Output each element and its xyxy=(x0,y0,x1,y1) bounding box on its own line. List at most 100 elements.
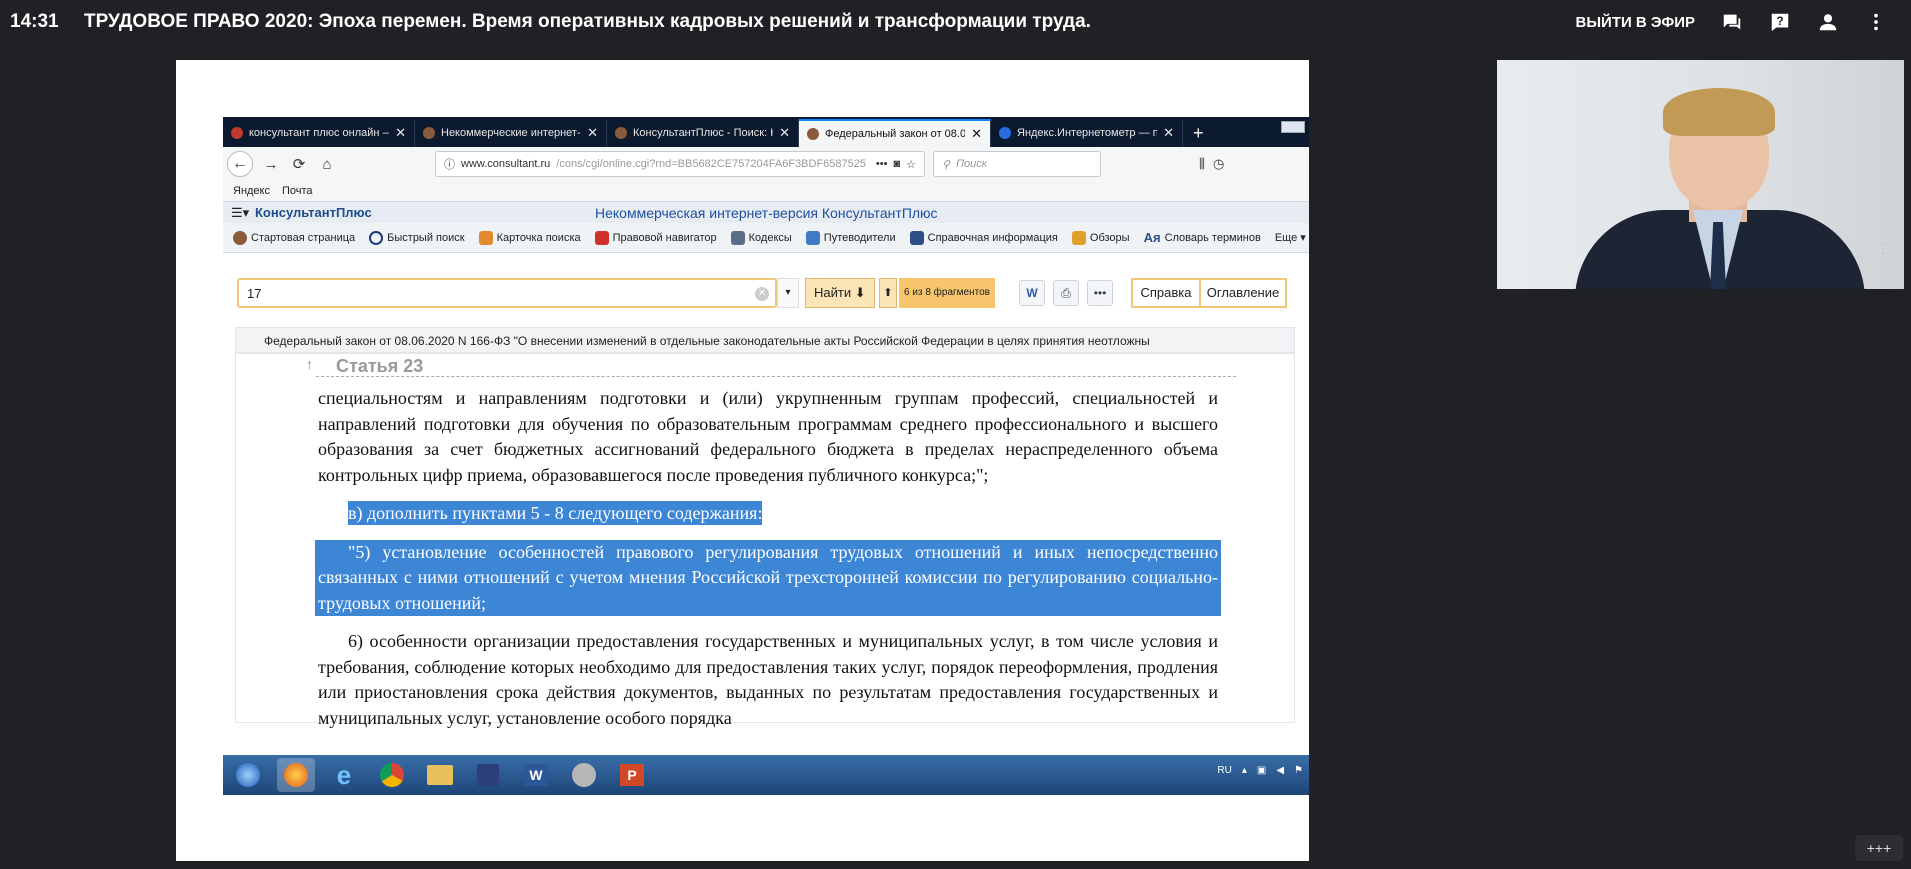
speaker-video[interactable]: ⋮ xyxy=(1497,60,1904,289)
chat-icon[interactable] xyxy=(1721,11,1743,33)
close-icon[interactable]: ✕ xyxy=(587,125,598,141)
page-actions-icon[interactable]: ••• xyxy=(876,158,888,170)
guides-icon xyxy=(805,230,820,245)
navigator-icon xyxy=(594,230,609,245)
save-icon[interactable] xyxy=(469,758,507,792)
powerpoint-icon[interactable]: P xyxy=(613,758,651,792)
clock: 14:31 xyxy=(10,11,59,32)
toc-button[interactable]: Оглавление xyxy=(1199,278,1287,308)
browser-tab[interactable]: консультант плюс онлайн — ✕ xyxy=(223,119,415,147)
more-icon[interactable]: ••• xyxy=(1087,280,1113,306)
scroll-up-icon[interactable]: ↑ xyxy=(306,356,313,372)
bookmark-yandex[interactable]: Яндекс xyxy=(233,185,270,197)
document-search-row: 17 ✕ ▾ Найти ⬇ ⬆ 6 из 8 фрагментов W ⎙ •… xyxy=(237,278,1287,308)
info-icon: ⓘ xyxy=(444,159,455,171)
fragments-counter: 6 из 8 фрагментов xyxy=(899,278,995,308)
paragraph-highlighted: "5) установление особенностей правового … xyxy=(315,539,1221,616)
menu-reference[interactable]: Справочная информация xyxy=(909,230,1058,245)
forward-arrow-icon[interactable]: → xyxy=(261,156,281,173)
go-live-button[interactable]: ВЫЙТИ В ЭФИР xyxy=(1576,14,1695,31)
yandex-favicon-icon xyxy=(231,127,243,139)
bookmark-mail[interactable]: Почта xyxy=(282,185,313,197)
browser-tab[interactable]: КонсультантПлюс - Поиск: Н ✕ xyxy=(607,119,799,147)
menu-icon[interactable]: ☰▾ xyxy=(231,205,249,221)
search-card-icon xyxy=(478,230,493,245)
new-tab-button[interactable]: + xyxy=(1183,119,1214,147)
browser-search-input[interactable]: ⚲ Поиск xyxy=(933,151,1101,177)
print-icon[interactable]: ⎙ xyxy=(1053,280,1079,306)
address-bar[interactable]: ⓘ www.consultant.ru/cons/cgi/online.cgi?… xyxy=(435,151,925,177)
consultant-menu: Стартовая страница Быстрый поиск Карточк… xyxy=(223,223,1309,253)
browser-tab-active[interactable]: Федеральный закон от 08.06.2✕ xyxy=(799,119,991,147)
consultant-center-title: Некоммерческая интернет-версия Консульта… xyxy=(595,204,938,221)
svg-text:?: ? xyxy=(1776,14,1783,28)
menu-legal-navigator[interactable]: Правовой навигатор xyxy=(594,230,717,245)
menu-guides[interactable]: Путеводители xyxy=(805,230,896,245)
document-search-input[interactable]: 17 ✕ xyxy=(237,278,777,308)
library-icon[interactable]: ⫼ xyxy=(1199,156,1205,172)
menu-codes[interactable]: Кодексы xyxy=(730,230,792,245)
window-minimize-button[interactable] xyxy=(1281,121,1305,133)
menu-more[interactable]: Еще ▾ xyxy=(1275,231,1306,244)
consultant-header: ☰▾ КонсультантПлюс Некоммерческая интерн… xyxy=(223,201,1309,223)
word-icon[interactable]: W xyxy=(517,758,555,792)
paragraph: 6) особенности организации предоставлени… xyxy=(318,631,1218,728)
paragraph-highlighted: в) дополнить пунктами 5 - 8 следующего с… xyxy=(348,501,763,525)
more-vert-icon[interactable] xyxy=(1865,11,1887,33)
document-title: Федеральный закон от 08.06.2020 N 166-ФЗ… xyxy=(235,327,1295,353)
divider xyxy=(316,376,1236,377)
menu-start-page[interactable]: Стартовая страница xyxy=(233,230,355,245)
user-app-icon[interactable] xyxy=(565,758,603,792)
help-button[interactable]: Справка xyxy=(1131,278,1201,308)
back-arrow-icon[interactable]: ← xyxy=(227,151,253,177)
search-icon: ⚲ xyxy=(942,158,951,171)
codes-icon xyxy=(730,230,745,245)
start-button[interactable] xyxy=(229,758,267,792)
firefox-icon[interactable] xyxy=(277,758,315,792)
menu-quick-search[interactable]: Быстрый поиск xyxy=(369,230,465,245)
browser-tab[interactable]: Яндекс.Интернетометр — про ✕ xyxy=(991,119,1183,147)
chrome-icon[interactable] xyxy=(373,758,411,792)
word-export-icon[interactable]: W xyxy=(1019,280,1045,306)
consultant-favicon-icon xyxy=(615,127,627,139)
search-history-dropdown[interactable]: ▾ xyxy=(777,278,799,308)
consultant-favicon-icon xyxy=(807,128,819,140)
shared-screen: консультант плюс онлайн — ✕ Некоммерчески… xyxy=(176,60,1309,861)
meeting-topbar: 14:31 ТРУДОВОЕ ПРАВО 2020: Эпоха перемен… xyxy=(0,0,1911,44)
find-prev-button[interactable]: ⬆ xyxy=(879,278,897,308)
menu-glossary[interactable]: Aя Словарь терминов xyxy=(1144,230,1261,245)
reviews-icon xyxy=(1071,230,1086,245)
language-indicator[interactable]: RU xyxy=(1217,765,1231,776)
menu-search-card[interactable]: Карточка поиска xyxy=(478,230,581,245)
volume-icon[interactable]: ◀ xyxy=(1276,765,1284,776)
close-icon[interactable]: ✕ xyxy=(1163,125,1174,141)
bookmark-star-icon[interactable]: ☆ xyxy=(906,158,916,171)
pocket-icon[interactable]: ◙ xyxy=(893,158,900,170)
bookmarks-bar: Яндекс Почта xyxy=(223,181,1309,201)
clear-icon[interactable]: ✕ xyxy=(755,287,769,301)
menu-reviews[interactable]: Обзоры xyxy=(1071,230,1130,245)
consultant-logo[interactable]: КонсультантПлюс xyxy=(255,205,595,220)
close-icon[interactable]: ✕ xyxy=(395,125,406,141)
document-view: ↑ Статья 23 специальностям и направления… xyxy=(235,353,1295,728)
windows-taskbar: e W P RU ▴ ▣ ◀ ⚑ xyxy=(223,755,1309,795)
document-body: специальностям и направлениям подготовки… xyxy=(315,386,1221,744)
more-options-button[interactable]: +++ xyxy=(1855,835,1903,861)
arrow-down-icon: ⬇ xyxy=(854,285,866,300)
network-icon[interactable]: ▣ xyxy=(1257,765,1266,776)
find-button[interactable]: Найти ⬇ xyxy=(805,278,875,308)
tray-arrow-icon[interactable]: ▴ xyxy=(1242,765,1247,776)
explorer-icon[interactable] xyxy=(421,758,459,792)
close-icon[interactable]: ✕ xyxy=(971,126,982,142)
person-icon[interactable] xyxy=(1817,11,1839,33)
flag-icon[interactable]: ⚑ xyxy=(1294,765,1303,776)
clock-history-icon[interactable]: ◷ xyxy=(1213,156,1224,172)
reload-icon[interactable]: ⟳ xyxy=(289,155,309,173)
browser-tab[interactable]: Некоммерческие интернет-в ✕ xyxy=(415,119,607,147)
ie-icon[interactable]: e xyxy=(325,758,363,792)
home-icon[interactable]: ⌂ xyxy=(317,156,337,173)
video-options-icon[interactable]: ⋮ xyxy=(1876,240,1890,257)
question-icon[interactable]: ? xyxy=(1769,11,1791,33)
close-icon[interactable]: ✕ xyxy=(779,125,790,141)
article-heading: Статья 23 xyxy=(336,356,424,376)
